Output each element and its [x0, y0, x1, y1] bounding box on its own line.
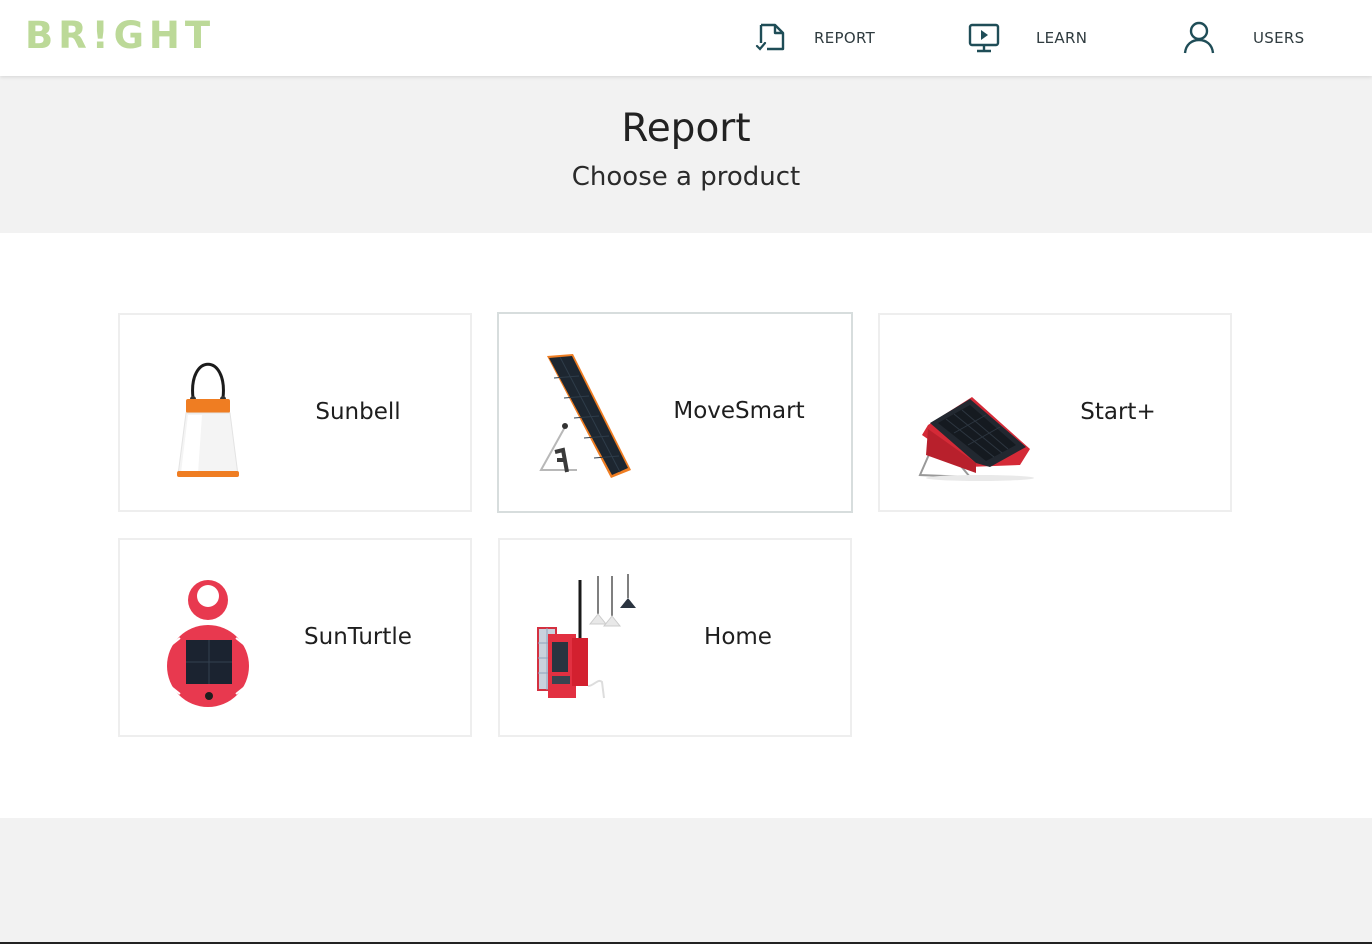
product-name: Sunbell: [315, 399, 401, 425]
user-icon: [1181, 20, 1217, 56]
monitor-play-icon: [966, 20, 1002, 56]
product-name: Home: [704, 624, 772, 650]
home-solar-kit-product-image: [528, 568, 648, 708]
product-card-sunbell[interactable]: Sunbell: [118, 313, 472, 512]
page-subtitle: Choose a product: [571, 162, 801, 192]
nav-users-label: USERS: [1253, 29, 1305, 47]
report-document-icon: [752, 20, 788, 56]
product-card-movesmart[interactable]: MoveSmart: [497, 312, 853, 513]
solar-panel-product-image: [527, 342, 647, 482]
nav-learn-label: LEARN: [1036, 29, 1088, 47]
brand-logo[interactable]: BR!GHT: [25, 14, 215, 57]
page-header: Report Choose a product: [0, 76, 1372, 233]
lantern-product-image: [148, 343, 268, 483]
nav-users[interactable]: USERS: [1181, 18, 1304, 58]
product-card-home[interactable]: Home: [498, 538, 852, 737]
round-solar-light-product-image: [148, 568, 268, 708]
nav-report[interactable]: REPORT: [752, 18, 875, 58]
product-name: MoveSmart: [673, 398, 805, 424]
product-card-start-plus[interactable]: Start+: [878, 313, 1232, 512]
product-name: SunTurtle: [304, 624, 412, 650]
product-grid: Sunbell MoveSmart Start+ SunTurtle Home: [0, 233, 1372, 818]
page-title: Report: [621, 106, 751, 151]
product-name: Start+: [1080, 399, 1156, 425]
top-navigation-bar: BR!GHT REPORT LEARN USERS: [0, 0, 1372, 76]
nav-report-label: REPORT: [814, 29, 876, 47]
nav-learn[interactable]: LEARN: [966, 18, 1087, 58]
product-card-sunturtle[interactable]: SunTurtle: [118, 538, 472, 737]
